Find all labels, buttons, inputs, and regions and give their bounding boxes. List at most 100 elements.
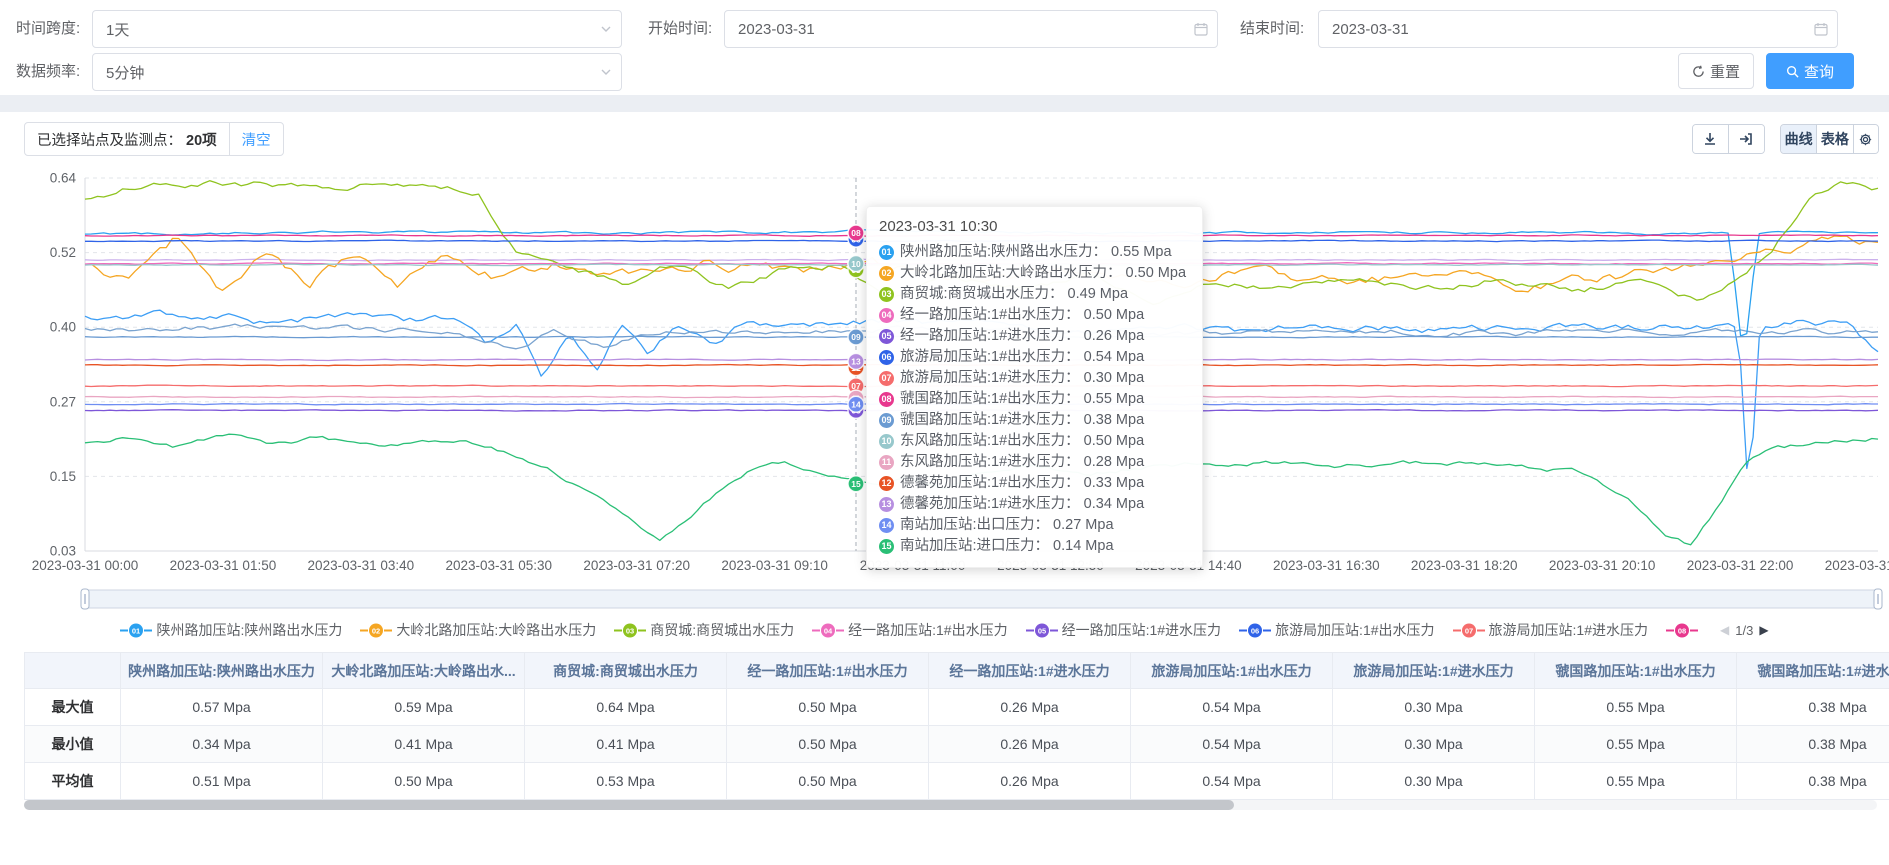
refresh-icon <box>1692 65 1705 78</box>
tooltip-series-line: 14南站加压站:出口压力： 0.27 Mpa <box>879 515 1186 536</box>
tooltip-series-badge: 02 <box>879 266 894 281</box>
crosshair-badge-num: 14 <box>851 399 861 409</box>
stat-value-cell: 0.26 Mpa <box>929 763 1131 800</box>
end-time-value: 2023-03-31 <box>1332 21 1409 38</box>
stats-header-col: 经一路加压站:1#出水压力 <box>727 653 929 689</box>
legend-marker-icon: 07 <box>1453 623 1485 638</box>
tooltip-series-line: 07旅游局加压站:1#进水压力： 0.30 Mpa <box>879 368 1186 389</box>
legend-item-06[interactable]: 06旅游局加压站:1#出水压力 <box>1239 620 1434 640</box>
legend-next-arrow[interactable]: ▶ <box>1759 623 1768 637</box>
reset-button[interactable]: 重置 <box>1678 53 1754 89</box>
download-icon <box>1702 131 1718 147</box>
stat-value-cell: 0.50 Mpa <box>323 763 525 800</box>
tooltip-series-line: 12德馨苑加压站:1#出水压力： 0.33 Mpa <box>879 473 1186 494</box>
tooltip-series-line: 15南站加压站:进口压力： 0.14 Mpa <box>879 536 1186 557</box>
legend-item-label: 旅游局加压站:1#进水压力 <box>1489 620 1648 640</box>
y-axis-tick-label: 0.03 <box>50 544 76 559</box>
query-button[interactable]: 查询 <box>1766 53 1854 89</box>
tooltip-series-line: 10东风路加压站:1#出水压力： 0.50 Mpa <box>879 431 1186 452</box>
tooltip-series-text: 商贸城:商贸城出水压力： 0.49 Mpa <box>900 284 1128 305</box>
time-span-select[interactable]: 1天 <box>92 10 622 48</box>
stats-table-wrap: 陕州路加压站:陕州路出水压力大岭北路加压站:大岭路出水...商贸城:商贸城出水压… <box>24 652 1889 800</box>
stat-value-cell: 0.64 Mpa <box>525 689 727 726</box>
stat-value-cell: 0.30 Mpa <box>1333 689 1535 726</box>
end-time-label: 结束时间: <box>1240 10 1304 48</box>
export-button-group <box>1692 124 1765 154</box>
tooltip-series-line: 05经一路加压站:1#进水压力： 0.26 Mpa <box>879 326 1186 347</box>
horizontal-scrollbar-track[interactable] <box>24 800 1877 810</box>
stat-value-cell: 0.50 Mpa <box>727 689 929 726</box>
x-axis-tick-label: 2023-03-31 00:00 <box>32 558 139 573</box>
chart-settings-button[interactable] <box>1854 125 1878 153</box>
datazoom-slider[interactable] <box>85 590 1878 608</box>
stat-value-cell: 0.53 Mpa <box>525 763 727 800</box>
frequency-select[interactable]: 5分钟 <box>92 53 622 91</box>
legend-prev-arrow[interactable]: ◀ <box>1720 623 1729 637</box>
stat-value-cell: 0.54 Mpa <box>1131 726 1333 763</box>
stat-value-cell: 0.26 Mpa <box>929 726 1131 763</box>
x-axis-tick-label: 2023-03-31 01:50 <box>170 558 277 573</box>
legend-item-02[interactable]: 02大岭北路加压站:大岭路出水压力 <box>360 620 596 640</box>
tooltip-series-line: 01陕州路加压站:陕州路出水压力： 0.55 Mpa <box>879 242 1186 263</box>
y-axis-tick-label: 0.52 <box>50 245 76 260</box>
view-table-tab[interactable]: 表格 <box>1817 125 1853 153</box>
export-icon <box>1738 131 1754 147</box>
time-span-label: 时间跨度: <box>16 10 80 48</box>
end-time-input[interactable]: 2023-03-31 <box>1318 10 1838 48</box>
legend-marker-icon: 01 <box>120 623 152 638</box>
stat-value-cell: 0.38 Mpa <box>1737 763 1889 800</box>
stats-header-col: 旅游局加压站:1#出水压力 <box>1131 653 1333 689</box>
tooltip-series-text: 旅游局加压站:1#进水压力： 0.30 Mpa <box>900 368 1144 389</box>
stat-value-cell: 0.59 Mpa <box>323 689 525 726</box>
legend-item-05[interactable]: 05经一路加压站:1#进水压力 <box>1026 620 1221 640</box>
legend-item-08[interactable]: 08 <box>1666 623 1698 638</box>
tooltip-series-badge: 15 <box>879 539 894 554</box>
stat-value-cell: 0.26 Mpa <box>929 689 1131 726</box>
legend-item-label: 陕州路加压站:陕州路出水压力 <box>156 620 342 640</box>
stat-value-cell: 0.54 Mpa <box>1131 763 1333 800</box>
legend-item-03[interactable]: 03 商贸城:商贸城出水压力 <box>614 620 794 640</box>
legend-marker-icon: 03 <box>614 623 646 638</box>
row-label: 平均值 <box>25 763 121 800</box>
export-button[interactable] <box>1729 125 1765 153</box>
filter-bar: 时间跨度: 1天 开始时间: 2023-03-31 结束时间: 2023-03-… <box>0 0 1889 95</box>
tooltip-series-line: 08虢国路加压站:1#出水压力： 0.55 Mpa <box>879 389 1186 410</box>
clear-selection-button[interactable]: 清空 <box>229 123 283 155</box>
stat-value-cell: 0.51 Mpa <box>121 763 323 800</box>
row-label: 最大值 <box>25 689 121 726</box>
time-span-value: 1天 <box>106 19 129 40</box>
tooltip-series-text: 陕州路加压站:陕州路出水压力： 0.55 Mpa <box>900 242 1172 263</box>
tooltip-series-text: 东风路加压站:1#出水压力： 0.50 Mpa <box>900 431 1144 452</box>
download-button[interactable] <box>1693 125 1729 153</box>
search-icon <box>1786 65 1799 78</box>
stats-header-col: 大岭北路加压站:大岭路出水... <box>323 653 525 689</box>
legend-item-label: 商贸城:商贸城出水压力 <box>650 620 794 640</box>
tooltip-series-text: 旅游局加压站:1#出水压力： 0.54 Mpa <box>900 347 1144 368</box>
tooltip-series-text: 经一路加压站:1#出水压力： 0.50 Mpa <box>900 305 1144 326</box>
y-axis-tick-label: 0.27 <box>50 394 76 409</box>
crosshair-badge-num: 08 <box>851 228 861 238</box>
tooltip-series-line: 03 商贸城:商贸城出水压力： 0.49 Mpa <box>879 284 1186 305</box>
legend-item-04[interactable]: 04经一路加压站:1#出水压力 <box>812 620 1007 640</box>
view-curve-tab[interactable]: 曲线 <box>1781 125 1817 153</box>
legend-item-label: 大岭北路加压站:大岭路出水压力 <box>396 620 596 640</box>
horizontal-scrollbar-thumb[interactable] <box>24 800 1234 810</box>
tooltip-series-line: 06旅游局加压站:1#出水压力： 0.54 Mpa <box>879 347 1186 368</box>
crosshair-badge-num: 15 <box>851 479 861 489</box>
stats-header-empty <box>25 653 121 689</box>
y-axis-tick-label: 0.15 <box>50 469 76 484</box>
tooltip-series-badge: 03 <box>879 287 894 302</box>
stat-value-cell: 0.34 Mpa <box>121 726 323 763</box>
frequency-label: 数据频率: <box>16 53 80 91</box>
reset-label: 重置 <box>1710 61 1740 82</box>
legend-pager: ◀1/3▶ <box>1720 623 1769 638</box>
x-axis-tick-label: 2023-03-31 09:10 <box>721 558 828 573</box>
stat-value-cell: 0.54 Mpa <box>1131 689 1333 726</box>
start-time-input[interactable]: 2023-03-31 <box>724 10 1218 48</box>
legend-item-01[interactable]: 01 陕州路加压站:陕州路出水压力 <box>120 620 342 640</box>
tooltip-series-text: 南站加压站:出口压力： 0.27 Mpa <box>900 515 1114 536</box>
query-label: 查询 <box>1804 61 1834 82</box>
start-time-label: 开始时间: <box>648 10 712 48</box>
legend-item-07[interactable]: 07 旅游局加压站:1#进水压力 <box>1453 620 1648 640</box>
tooltip-series-text: 经一路加压站:1#进水压力： 0.26 Mpa <box>900 326 1144 347</box>
